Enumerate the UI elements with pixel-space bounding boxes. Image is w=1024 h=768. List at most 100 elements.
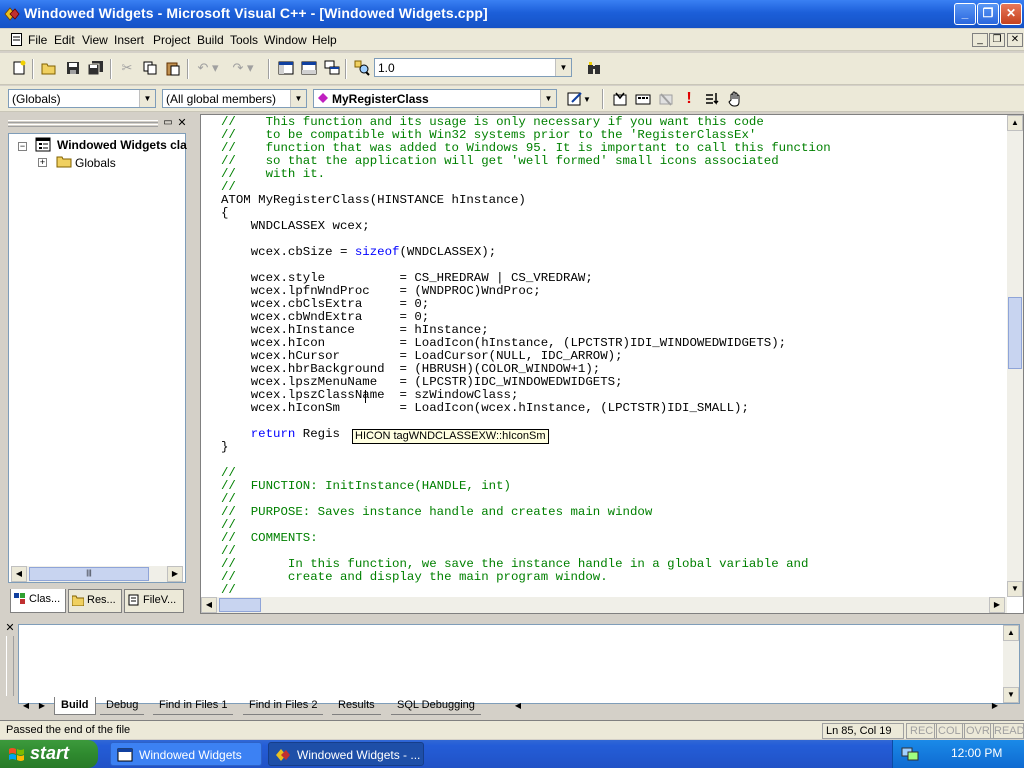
code-line[interactable]: ATOM MyRegisterClass(HINSTANCE hInstance… [221,194,1011,207]
tab-results[interactable]: Results [332,697,381,715]
panel-close-icon[interactable]: ✕ [176,117,188,129]
output-window-icon[interactable] [298,57,320,79]
scroll-thumb[interactable]: ||| [29,567,149,581]
minimize-button[interactable]: _ [954,3,976,25]
code-line[interactable] [221,454,1011,467]
tab-sql-debugging[interactable]: SQL Debugging [391,697,481,715]
start-button[interactable]: start [0,740,98,768]
scroll-right-icon[interactable]: ▶ [167,566,183,582]
output-hscroll-right-icon[interactable]: ▶ [988,698,1002,714]
editor-hscrollbar[interactable]: ◀ ▶ [201,597,1007,613]
menu-project[interactable]: Project [153,33,190,47]
scroll-left-icon[interactable]: ◀ [11,566,27,582]
mdi-close-button[interactable]: ✕ [1007,33,1023,47]
find-binoculars-icon[interactable] [583,57,605,79]
window-list-icon[interactable] [321,57,343,79]
output-hscroll-left-icon[interactable]: ◀ [511,698,525,714]
code-editor[interactable]: // This function and its usage is only n… [200,114,1024,614]
copy-icon[interactable] [139,57,161,79]
scroll-down-icon[interactable]: ▼ [1007,581,1023,597]
scroll-right-icon[interactable]: ▶ [989,597,1005,613]
tab-class-view[interactable]: Clas... [10,589,66,613]
code-line[interactable]: return Regis [221,428,1011,441]
code-line[interactable]: // [221,519,1011,532]
output-text-area[interactable]: ▲ ▼ [18,624,1020,704]
build-icon[interactable] [632,88,654,110]
cut-icon[interactable]: ✂ [116,57,138,79]
menu-edit[interactable]: Edit [54,33,75,47]
scroll-thumb[interactable] [219,598,261,612]
save-all-icon[interactable] [85,57,107,79]
tab-file-view[interactable]: FileV... [124,589,184,613]
code-line[interactable]: WNDCLASSEX wcex; [221,220,1011,233]
new-text-file-icon[interactable] [8,57,30,79]
tab-scroll-left-icon[interactable]: ◀ [18,698,34,714]
find-in-files-icon[interactable] [351,57,373,79]
execute-icon[interactable]: ! [678,88,700,110]
mdi-restore-button[interactable]: ❐ [989,33,1005,47]
compile-icon[interactable] [609,88,631,110]
title-bar[interactable]: Windowed Widgets - Microsoft Visual C++ … [0,0,1024,28]
code-line[interactable]: // PURPOSE: Saves instance handle and cr… [221,506,1011,519]
menu-help[interactable]: Help [312,33,337,47]
filter-combo[interactable]: (All global members) ▼ [162,89,307,108]
output-vscrollbar[interactable]: ▲ ▼ [1003,625,1019,703]
clock[interactable]: 12:00 PM [951,746,1002,760]
taskbar-task-visual-cpp[interactable]: Windowed Widgets - ... [268,742,424,766]
paste-icon[interactable] [162,57,184,79]
scroll-up-icon[interactable]: ▲ [1003,625,1019,641]
panel-restore-icon[interactable]: ▭ [162,118,174,130]
scroll-down-icon[interactable]: ▼ [1003,687,1019,703]
menu-window[interactable]: Window [264,33,307,47]
code-line[interactable]: wcex.cbSize = sizeof(WNDCLASSEX); [221,246,1011,259]
class-combo[interactable]: (Globals) ▼ [8,89,156,108]
code-line[interactable]: wcex.hIconSm = LoadIcon(wcex.hInstance, … [221,402,1011,415]
editor-vscrollbar[interactable]: ▲ ▼ [1007,115,1023,597]
stop-build-icon[interactable] [655,88,677,110]
member-combo[interactable]: MyRegisterClass ▼ [313,89,557,108]
tab-find-in-files-2[interactable]: Find in Files 2 [243,697,324,715]
tree-root-label[interactable]: Windowed Widgets cla [57,138,187,152]
menu-build[interactable]: Build [197,33,224,47]
code-line[interactable]: // with it. [221,168,1011,181]
tree-hscrollbar[interactable]: ◀ ||| ▶ [11,566,183,582]
workspace-window-icon[interactable] [275,57,297,79]
panel-gripper[interactable] [8,120,158,123]
tab-scroll-right-icon[interactable]: ▶ [34,698,50,714]
menu-view[interactable]: View [82,33,108,47]
mdi-minimize-button[interactable]: _ [972,33,988,47]
tab-build[interactable]: Build [54,697,96,715]
network-icon[interactable] [901,746,919,762]
chevron-down-icon[interactable]: ▼ [139,90,155,107]
document-icon[interactable] [10,32,24,47]
go-icon[interactable] [701,88,723,110]
redo-icon[interactable]: ↷ ▾ [228,57,258,79]
close-button[interactable]: ✕ [1000,3,1022,25]
chevron-down-icon[interactable]: ▼ [555,59,571,76]
menu-tools[interactable]: Tools [230,33,258,47]
menu-file[interactable]: File [28,33,47,47]
vertical-splitter[interactable] [190,114,198,616]
menu-insert[interactable]: Insert [114,33,144,47]
code-line[interactable]: // [221,584,1011,597]
tree-expand-icon[interactable]: + [38,158,47,167]
code-line[interactable]: // so that the application will get 'wel… [221,155,1011,168]
wizard-action-icon[interactable]: ▼ [562,88,596,110]
save-icon[interactable] [62,57,84,79]
tree-item-globals[interactable]: Globals [75,156,116,170]
tab-find-in-files-1[interactable]: Find in Files 1 [153,697,234,715]
scroll-up-icon[interactable]: ▲ [1007,115,1023,131]
taskbar-task-widgets[interactable]: Windowed Widgets [110,742,262,766]
class-view-tree[interactable]: − Windowed Widgets cla + Globals ◀ ||| ▶ [8,133,187,583]
output-close-icon[interactable]: ✕ [4,622,16,634]
tree-collapse-icon[interactable]: − [18,142,27,151]
code-text[interactable]: // This function and its usage is only n… [221,116,1011,598]
breakpoint-hand-icon[interactable] [724,88,746,110]
chevron-down-icon[interactable]: ▼ [540,90,556,107]
code-line[interactable]: // COMMENTS: [221,532,1011,545]
undo-icon[interactable]: ↶ ▾ [193,57,223,79]
code-line[interactable]: } [221,441,1011,454]
scroll-thumb[interactable] [1008,297,1022,369]
scroll-left-icon[interactable]: ◀ [201,597,217,613]
restore-button[interactable]: ❐ [977,3,999,25]
